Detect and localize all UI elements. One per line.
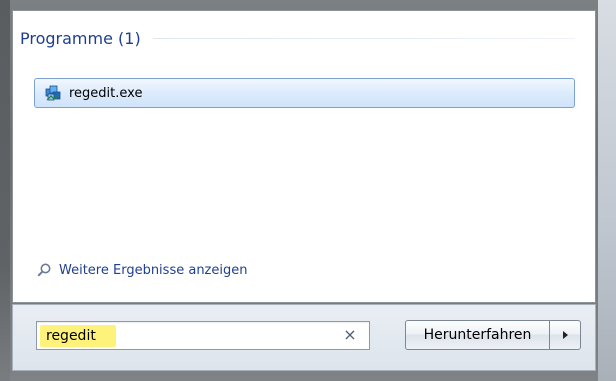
shutdown-button[interactable]: Herunterfahren <box>405 320 549 350</box>
group-divider <box>152 38 575 39</box>
result-item-regedit[interactable]: regedit.exe <box>34 78 575 108</box>
shutdown-label: Herunterfahren <box>423 327 532 343</box>
triangle-right-icon <box>562 331 568 339</box>
window-edge-right <box>598 0 616 381</box>
search-box[interactable]: × <box>36 321 370 350</box>
more-results-label: Weitere Ergebnisse anzeigen <box>59 262 248 278</box>
search-icon <box>37 263 51 277</box>
close-icon: × <box>343 325 357 344</box>
programs-group-title: Programme (1) <box>20 29 141 48</box>
shutdown-options-button[interactable] <box>549 320 581 350</box>
search-results-panel <box>12 10 596 303</box>
more-results-link[interactable]: Weitere Ergebnisse anzeigen <box>36 262 247 278</box>
shutdown-controls: Herunterfahren <box>405 320 581 350</box>
registry-editor-icon <box>45 85 61 101</box>
search-input[interactable] <box>40 324 290 347</box>
programs-group-header: Programme (1) <box>20 29 575 48</box>
result-label: regedit.exe <box>69 85 143 101</box>
clear-search-button[interactable]: × <box>341 326 359 344</box>
window-edge-left <box>0 0 10 381</box>
start-menu-window: Programme (1) regedit.exe Weitere Ergebn… <box>0 0 616 381</box>
